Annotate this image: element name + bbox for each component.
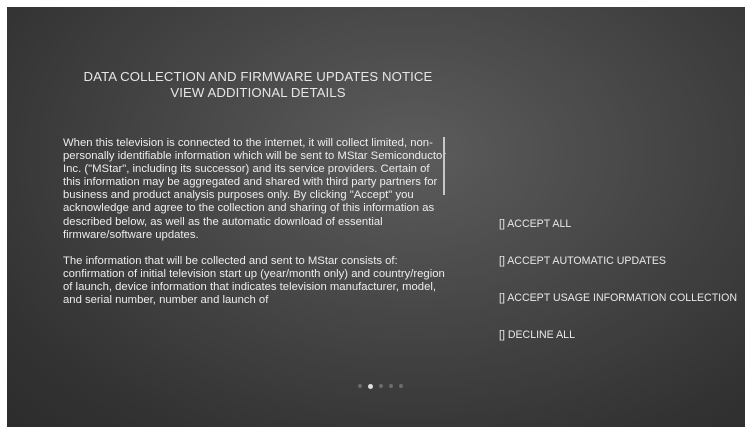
- accept-all-option[interactable]: [] ACCEPT ALL: [499, 217, 739, 254]
- page-dot-active: [368, 383, 373, 389]
- consent-options: [] ACCEPT ALL [] ACCEPT AUTOMATIC UPDATE…: [499, 217, 739, 365]
- page-dot: [379, 384, 383, 388]
- title-line-2[interactable]: VIEW ADDITIONAL DETAILS: [7, 85, 509, 101]
- notice-paragraph-2: The information that will be collected a…: [63, 254, 445, 307]
- page-dot: [358, 384, 362, 388]
- scroll-indicator[interactable]: [443, 137, 445, 195]
- notice-paragraph-1: When this television is connected to the…: [63, 137, 447, 241]
- page-dot: [399, 384, 403, 388]
- title-line-1: DATA COLLECTION AND FIRMWARE UPDATES NOT…: [83, 69, 433, 84]
- accept-automatic-updates-option[interactable]: [] ACCEPT AUTOMATIC UPDATES: [499, 254, 739, 291]
- accept-usage-information-collection-option[interactable]: [] ACCEPT USAGE INFORMATION COLLECTION: [499, 291, 739, 328]
- page-dot: [389, 384, 393, 388]
- notice-text-scroll-area[interactable]: When this television is connected to the…: [63, 137, 447, 355]
- page-indicator: [358, 383, 403, 389]
- decline-all-option[interactable]: [] DECLINE ALL: [499, 328, 739, 365]
- page-title: DATA COLLECTION AND FIRMWARE UPDATES NOT…: [7, 69, 509, 101]
- tv-screen: DATA COLLECTION AND FIRMWARE UPDATES NOT…: [7, 7, 745, 427]
